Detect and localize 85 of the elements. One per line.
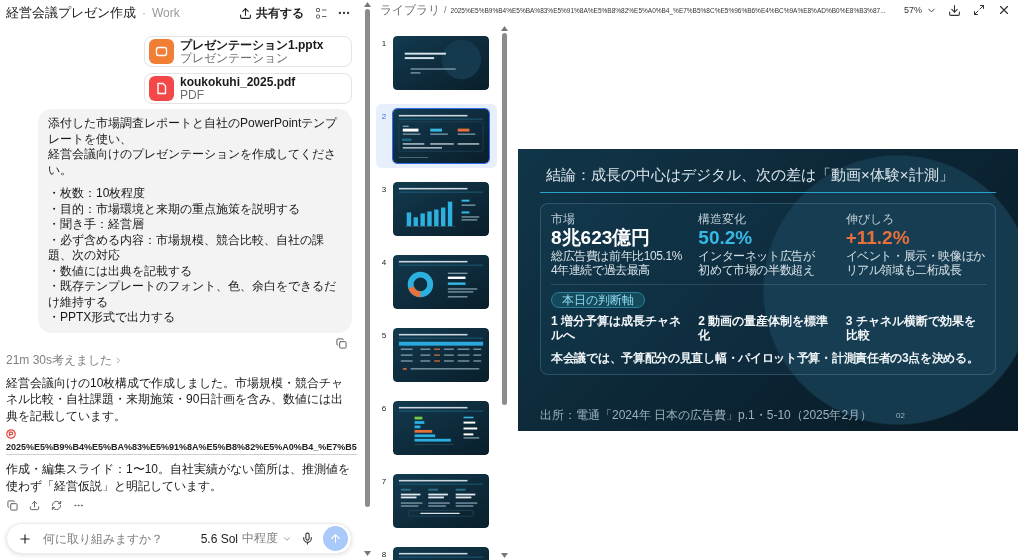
model-selector[interactable]: 5.6 Sol 中程度 [200,530,292,547]
decision-axis-tag: 本日の判断軸 [551,292,645,308]
breadcrumb-separator: / [444,5,447,15]
requirement-item: ・必ず含める内容：市場規模、競合比較、自社の課題、次の対応 [48,232,325,264]
attachment-name: プレゼンテーション1.pptx [180,38,324,52]
conclusion-text: 本会議では、予算配分の見直し幅・パイロット予算・計測責任者の3点を決める。 [551,351,980,365]
page-number: 02 [896,410,905,420]
scroll-up-icon[interactable] [363,2,371,7]
scroll-up-icon[interactable] [500,26,508,31]
slide-thumbnail-item[interactable]: 2 [376,104,497,168]
download-button[interactable] [947,2,962,18]
assistant-reply: 経営会議向けの10枚構成で作成しました。市場規模・競合チャネル比較・自社課題・来期施策・90日計画を含み、数値には出典を記載しています。 [6,374,345,424]
chat-title: 経営会議プレゼン作成 [6,4,136,22]
metric-label: 構造変化 [698,212,747,226]
attachment-type: プレゼンテーション [180,51,288,65]
presentation-file-icon [149,39,174,64]
checklist-button[interactable] [315,6,328,20]
attachment-type: PDF [180,88,204,102]
zoom-selector[interactable]: 57% [904,4,937,16]
scrollbar-thumb[interactable] [364,9,370,507]
decision-item: 1 増分予算は成長チャネルへ [551,314,682,342]
attachment-card[interactable]: koukokuhi_2025.pdf PDF [144,73,352,104]
share-icon [29,500,40,511]
attachment-name: koukokuhi_2025.pdf [180,75,296,89]
close-icon [997,3,1011,17]
file-link[interactable]: 2025%E5%B9%B4%E5%BA%83%E5%91%8A%E5%B8%82%E5%A0%B4_%E7%B5 [6,442,357,455]
list-icon [316,7,327,19]
slide-title: 結論：成長の中心はデジタル、次の差は「動画×体験×計測」 [545,165,955,185]
copy-icon [336,337,347,349]
metric-note: インターネット広告が [698,249,815,263]
metric-note: 総広告費は前年比105.1% [551,249,683,263]
slide-thumbnail-item[interactable]: 6 [376,396,497,460]
requirement-item: ・目的：市場環境と来期の重点施策を説明する [48,201,301,217]
requirement-item: ・PPTX形式で出力する [48,310,177,326]
scroll-down-icon[interactable] [363,551,371,556]
microphone-icon [301,532,314,545]
metric-note: リアル領域も二桁成長 [845,263,962,277]
regenerate-button[interactable] [50,499,63,512]
message-input[interactable]: 何に取り組みますか？ [41,530,193,547]
metric-label: 市場 [551,212,575,226]
scrollbar-thumb[interactable] [501,33,507,405]
workspace-label: Work [152,6,180,20]
expand-icon [973,4,985,16]
voice-button[interactable] [300,531,315,546]
metric-note: 4年連続で過去最高 [551,263,651,277]
library-link[interactable]: ライブラリ [380,1,440,19]
requirement-item: ・聞き手：経営層 [48,217,145,233]
copy-button[interactable] [335,336,348,350]
share-button[interactable]: 共有する [236,2,307,24]
copy-icon [7,500,18,511]
plus-icon [18,531,32,546]
circled-p-icon [6,429,16,439]
metric-note: イベント・展示・映像ほか [845,249,985,263]
refresh-icon [51,500,62,511]
metric-label: 伸びしろ [845,212,894,226]
decision-item: 2 動画の量産体制を標準化 [698,314,830,342]
slide-thumbnail-item[interactable]: 1 [376,31,497,95]
slide-thumbnail-item[interactable]: 8 [376,542,497,560]
requirement-item: ・既存テンプレートのフォント、色、余白をできるだけ維持する [48,279,337,310]
expand-button[interactable] [972,3,986,17]
metric-value: +11.2% [845,226,910,249]
metric-value: 8兆623億円 [551,226,651,249]
arrow-up-icon [329,532,342,545]
copy-button[interactable] [6,499,19,512]
assistant-note: 作成・編集スライド：1〜10。自社実績がない箇所は、推測値を使わず「経営仮説」と明記しています。 [6,461,352,494]
document-file-icon [149,76,174,101]
scroll-down-icon[interactable] [500,553,508,558]
message-line: 経営会議向けのプレゼンテーションを作成してください。 [48,147,337,178]
share-button[interactable] [28,499,41,512]
share-icon [239,6,252,20]
metric-note: 初めて市場の半数超え [698,263,815,277]
thought-toggle[interactable]: 21m 30s考えました [6,351,124,369]
attachment-card[interactable]: プレゼンテーション1.pptx プレゼンテーション [144,36,352,67]
decision-item: 3 チャネル横断で効果を比較 [845,314,977,342]
source-note: 出所：電通「2024年 日本の広告費」p.1・5-10（2025年2月） [540,408,873,422]
requirement-item: ・枚数：10枚程度 [48,186,147,202]
metric-value: 50.2% [698,226,753,249]
requirement-item: ・数値には出典を記載する [48,263,193,279]
title-separator: · [142,6,146,20]
slide-thumbnail-item[interactable]: 3 [376,177,497,241]
slide-thumbnail-item[interactable]: 7 [376,469,497,533]
slide-thumbnail-item[interactable]: 4 [376,250,497,314]
download-icon [948,3,961,17]
message-line: 添付した市場調査レポートと自社のPowerPointテンプレートを使い、 [48,116,339,147]
slide-thumbnail-item[interactable]: 5 [376,323,497,387]
